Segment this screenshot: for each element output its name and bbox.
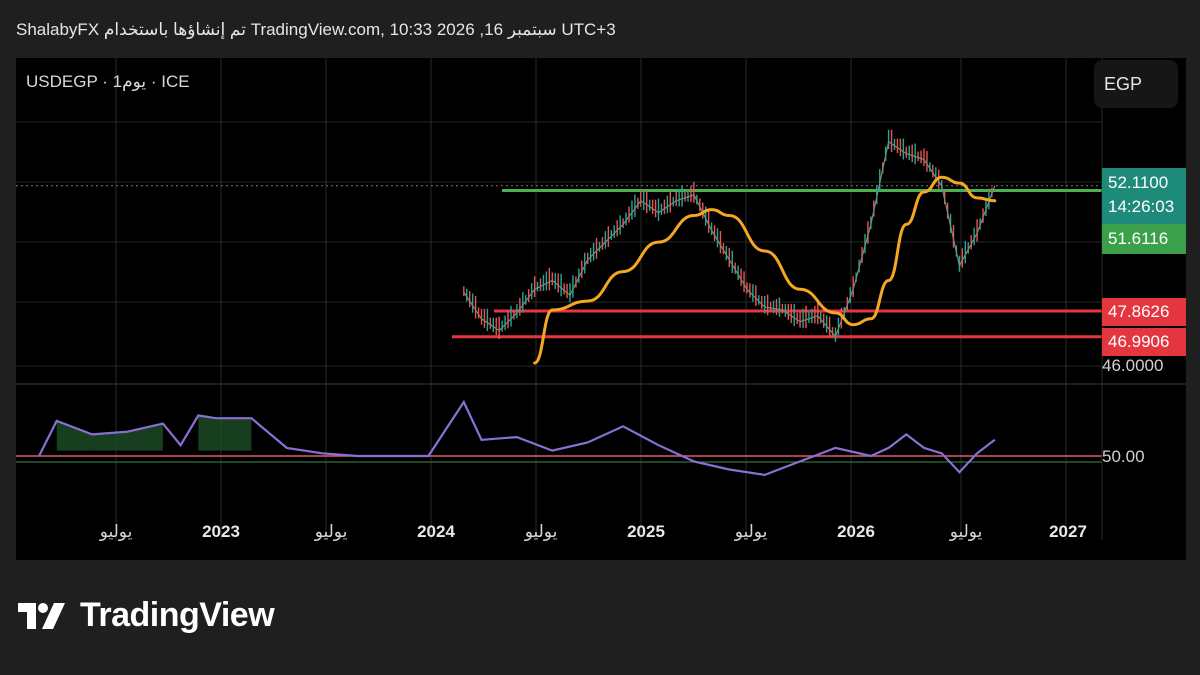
currency-button[interactable]: EGP — [1094, 60, 1178, 108]
price-series-line — [463, 140, 996, 338]
price-chart[interactable] — [16, 58, 1186, 560]
time-axis-tick: يوليو — [314, 522, 348, 541]
time-axis-tick: 2024 — [417, 522, 455, 541]
resistance-upper-tag: 47.8626 — [1102, 298, 1186, 326]
price-axis-label: 46.0000 — [1102, 356, 1164, 375]
oscillator-overbought-fill — [216, 418, 252, 451]
time-axis-tick: يوليو — [949, 522, 983, 541]
oscillator-overbought-fill — [198, 415, 216, 451]
grid — [16, 58, 1186, 540]
time-axis-tick: 2025 — [627, 522, 665, 541]
bar-countdown: 14:26:03 — [1108, 197, 1175, 216]
time-axis-tick: 2027 — [1049, 522, 1087, 541]
tradingview-logo-icon — [18, 602, 65, 629]
resistance-lower-tag: 46.9906 — [1102, 328, 1186, 356]
chart-header: ShalabyFX تم إنشاؤها باستخدام TradingVie… — [16, 20, 616, 39]
ma-value-tag: 51.6116 — [1102, 224, 1186, 254]
level-lines — [16, 188, 1102, 463]
time-axis-tick: يوليو — [524, 522, 558, 541]
moving-average-line — [533, 175, 997, 365]
symbol-label: USDEGP · 1يوم · ICE — [26, 72, 190, 91]
time-axis-tick: 2023 — [202, 522, 240, 541]
tradingview-logo: TradingView — [18, 596, 275, 635]
chart-panel[interactable]: USDEGP · 1يوم · ICE EGP 52.1100 14:26:03… — [16, 58, 1186, 560]
oscillator-axis-label: 50.00 — [1102, 447, 1145, 466]
last-price-value: 52.1100 — [1108, 173, 1169, 192]
last-price-tag: 52.1100 14:26:03 — [1102, 168, 1186, 224]
time-axis-tick: يوليو — [734, 522, 768, 541]
brand-name: TradingView — [80, 596, 275, 634]
time-axis-tick: يوليو — [99, 522, 133, 541]
time-axis-tick: 2026 — [837, 522, 875, 541]
oscillator-overbought-fill — [56, 420, 93, 451]
